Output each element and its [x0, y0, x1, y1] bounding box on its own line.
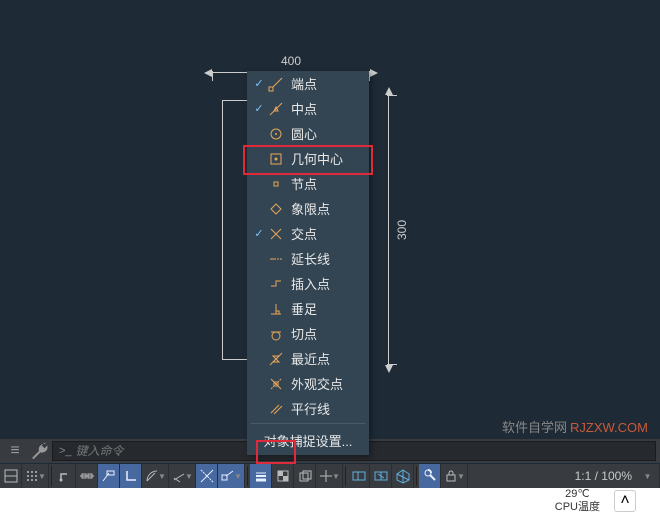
perpendicular-icon — [267, 300, 285, 318]
ortho-btn[interactable] — [120, 464, 142, 488]
check-icon: ✓ — [253, 227, 265, 240]
tangent-icon — [267, 325, 285, 343]
model-space-btn[interactable] — [0, 464, 22, 488]
units-btn[interactable] — [392, 464, 414, 488]
zoom-display[interactable]: 1:1 / 100% — [569, 469, 638, 483]
polar-btn[interactable]: ▼ — [142, 464, 169, 488]
osnap-parallel[interactable]: 平行线 — [247, 396, 369, 421]
osnap-intersection[interactable]: ✓ 交点 — [247, 221, 369, 246]
endpoint-icon — [267, 75, 285, 93]
node-icon — [267, 175, 285, 193]
annomon-btn[interactable] — [370, 464, 392, 488]
nearest-icon — [267, 350, 285, 368]
center-icon — [267, 125, 285, 143]
zoom-dropdown[interactable]: ▼ — [638, 464, 660, 488]
osnap-track-btn[interactable] — [196, 464, 218, 488]
check-icon: ✓ — [253, 102, 265, 115]
check-icon: ✓ — [253, 77, 265, 90]
osnap-quadrant[interactable]: 象限点 — [247, 196, 369, 221]
midpoint-icon — [267, 100, 285, 118]
osnap-perpendicular[interactable]: 垂足 — [247, 296, 369, 321]
osnap-context-menu[interactable]: ✓ 端点 ✓ 中点 圆心 几何中心 节点 象限点 ✓ 交点 延长线 — [247, 71, 369, 455]
intersection-icon — [267, 225, 285, 243]
osnap-apparent[interactable]: 外观交点 — [247, 371, 369, 396]
osnap-extension[interactable]: 延长线 — [247, 246, 369, 271]
dimension-value: 300 — [395, 220, 409, 240]
lockui-btn[interactable]: ▼ — [441, 464, 468, 488]
wrench-icon[interactable] — [28, 440, 50, 462]
tray-up-icon[interactable]: ˄ — [614, 490, 636, 512]
transparency-btn[interactable] — [272, 464, 294, 488]
osnap-midpoint[interactable]: ✓ 中点 — [247, 96, 369, 121]
insertion-icon — [267, 275, 285, 293]
watermark: 软件自学网RJZXW.COM — [502, 417, 648, 436]
system-tray: 29℃ CPU温度 ˄ — [0, 488, 660, 514]
isodraft-btn[interactable]: ▼ — [169, 464, 196, 488]
quadrant-icon — [267, 200, 285, 218]
osnap-endpoint[interactable]: ✓ 端点 — [247, 71, 369, 96]
parallel-icon — [267, 400, 285, 418]
dynamic-input-btn[interactable] — [98, 464, 120, 488]
osnap-geocenter[interactable]: 几何中心 — [247, 146, 369, 171]
osnap-2d-btn[interactable]: ▼ — [218, 464, 245, 488]
osnap-nearest[interactable]: 最近点 — [247, 346, 369, 371]
osnap-node[interactable]: 节点 — [247, 171, 369, 196]
infer-btn[interactable] — [76, 464, 98, 488]
workspace-btn[interactable] — [348, 464, 370, 488]
cpu-temp-widget[interactable]: 29℃ CPU温度 — [555, 488, 600, 514]
lineweight-btn[interactable] — [250, 464, 272, 488]
osnap-settings[interactable]: 对象捕捉设置... — [247, 426, 369, 455]
osnap-tangent[interactable]: 切点 — [247, 321, 369, 346]
osnap-center[interactable]: 圆心 — [247, 121, 369, 146]
extension-icon — [267, 250, 285, 268]
geocenter-icon — [267, 150, 285, 168]
apparent-icon — [267, 375, 285, 393]
annotation-btn[interactable]: ▼ — [316, 464, 343, 488]
quickprops-btn[interactable] — [419, 464, 441, 488]
snap-mode-btn[interactable] — [54, 464, 76, 488]
history-icon[interactable]: ≡ — [4, 440, 26, 462]
osnap-insertion[interactable]: 插入点 — [247, 271, 369, 296]
prompt-icon: >_ — [59, 445, 72, 457]
status-bar: ▼ ▼ ▼ ▼ ▼ ▼ 1:1 / 100% ▼ — [0, 464, 660, 488]
dimension-vertical: 300 — [388, 95, 389, 365]
grid-btn[interactable]: ▼ — [22, 464, 49, 488]
dimension-value: 400 — [281, 54, 301, 68]
selection-cycle-btn[interactable] — [294, 464, 316, 488]
